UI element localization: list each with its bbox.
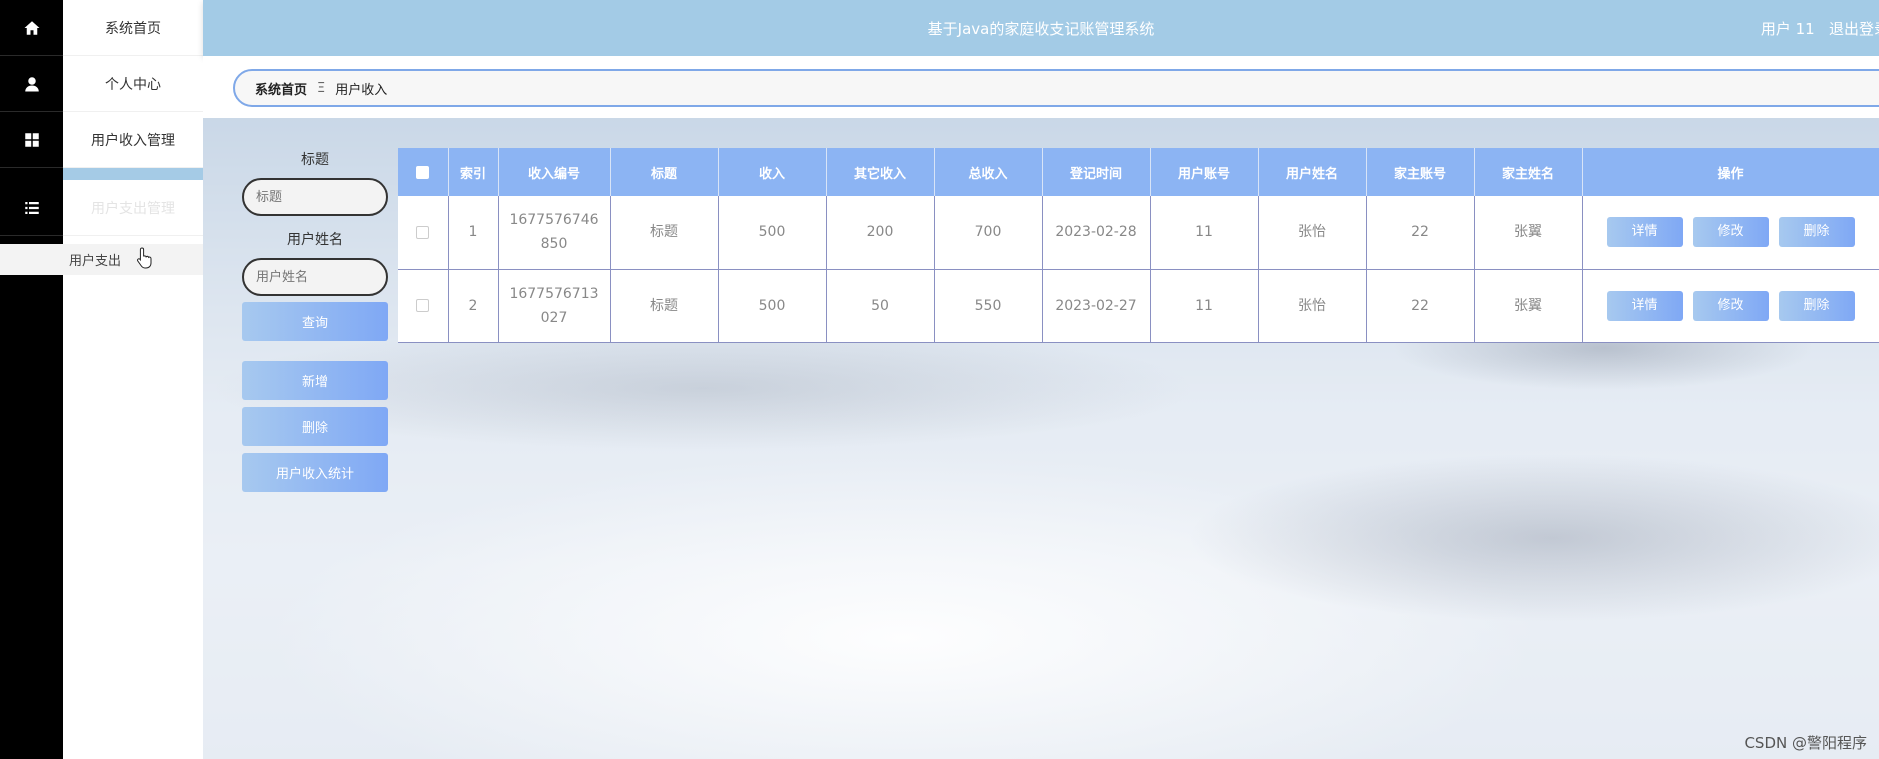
cell-index: 1 <box>448 196 499 270</box>
rail-home[interactable] <box>0 0 63 56</box>
batch-delete-button[interactable]: 删除 <box>242 407 388 446</box>
menu-divider <box>63 168 203 180</box>
cell-owner-account: 22 <box>1366 269 1475 343</box>
sidebar-menu: 系统首页 个人中心 用户收入管理 用户支出管理 <box>63 0 203 759</box>
detail-button[interactable]: 详情 <box>1606 290 1683 321</box>
cell-index: 2 <box>448 269 499 343</box>
breadcrumb-bar: 系统首页 Ξ 用户收入 <box>203 56 1879 118</box>
delete-button[interactable]: 删除 <box>1778 290 1855 321</box>
cell-owner-name: 张翼 <box>1474 196 1583 270</box>
column-header: 用户账号 <box>1150 148 1259 196</box>
select-all-checkbox[interactable] <box>416 165 430 179</box>
icon-rail <box>0 0 63 759</box>
row-select-cell <box>398 269 449 343</box>
table-header-row: 索引 收入编号 标题 收入 其它收入 总收入 登记时间 用户账号 用户姓名 家主… <box>398 148 1879 196</box>
submenu-label: 用户支出 <box>69 254 122 269</box>
rail-income[interactable] <box>0 112 63 168</box>
column-header: 索引 <box>448 148 499 196</box>
edit-button[interactable]: 修改 <box>1692 290 1769 321</box>
hand-cursor-icon <box>137 247 152 269</box>
rail-expense[interactable] <box>0 180 63 236</box>
cell-total-income: 550 <box>934 269 1043 343</box>
watermark-text: CSDN @警阳程序 <box>1744 734 1867 752</box>
search-panel: 标题 用户姓名 查询 新增 删除 用户收入统计 <box>242 150 388 492</box>
column-header: 用户姓名 <box>1258 148 1367 196</box>
column-header: 收入 <box>718 148 827 196</box>
cell-income: 500 <box>718 269 827 343</box>
select-all-cell <box>398 148 449 196</box>
cell-other-income: 50 <box>826 269 935 343</box>
logout-link[interactable]: 退出登录 <box>1829 20 1879 38</box>
row-checkbox[interactable] <box>416 225 430 239</box>
table-row: 2 1677576713027 标题 500 50 550 2023-02-27… <box>398 269 1879 343</box>
add-button[interactable]: 新增 <box>242 361 388 400</box>
title-field-label: 标题 <box>301 152 329 168</box>
cell-user-name: 张怡 <box>1258 196 1367 270</box>
top-header: 基于Java的家庭收支记账管理系统 用户 11 退出登录 <box>203 0 1879 56</box>
column-header: 操作 <box>1582 148 1879 196</box>
cell-date: 2023-02-28 <box>1042 196 1151 270</box>
delete-button[interactable]: 删除 <box>1778 217 1855 248</box>
income-stats-button[interactable]: 用户收入统计 <box>242 453 388 492</box>
name-search-input[interactable] <box>242 258 388 296</box>
cell-owner-account: 22 <box>1366 196 1475 270</box>
current-user: 用户 11 <box>1760 20 1815 38</box>
sidebar-item-income[interactable]: 用户收入管理 <box>63 112 203 168</box>
column-header: 总收入 <box>934 148 1043 196</box>
detail-button[interactable]: 详情 <box>1606 217 1683 248</box>
cell-user-name: 张怡 <box>1258 269 1367 343</box>
column-header: 登记时间 <box>1042 148 1151 196</box>
cell-other-income: 200 <box>826 196 935 270</box>
breadcrumb: 系统首页 Ξ 用户收入 <box>233 69 1879 107</box>
income-table: 索引 收入编号 标题 收入 其它收入 总收入 登记时间 用户账号 用户姓名 家主… <box>398 148 1879 343</box>
sidebar-item-expense[interactable]: 用户支出管理 <box>63 180 203 236</box>
cell-account: 11 <box>1150 269 1259 343</box>
cell-account: 11 <box>1150 196 1259 270</box>
app-title: 基于Java的家庭收支记账管理系统 <box>927 20 1155 38</box>
cell-title: 标题 <box>610 269 719 343</box>
column-header: 标题 <box>610 148 719 196</box>
breadcrumb-home[interactable]: 系统首页 <box>255 79 307 98</box>
name-field-label: 用户姓名 <box>287 232 343 248</box>
table-row: 1 1677576746850 标题 500 200 700 2023-02-2… <box>398 196 1879 270</box>
rail-user[interactable] <box>0 56 63 112</box>
header-user-area: 用户 11 退出登录 <box>1761 18 1879 39</box>
submenu-item-expense[interactable]: 用户支出 <box>0 244 203 275</box>
cell-total-income: 700 <box>934 196 1043 270</box>
column-header: 收入编号 <box>498 148 611 196</box>
grid-icon <box>24 132 39 147</box>
home-icon <box>24 20 39 35</box>
cell-date: 2023-02-27 <box>1042 269 1151 343</box>
column-header: 家主账号 <box>1366 148 1475 196</box>
sidebar-item-home[interactable]: 系统首页 <box>63 0 203 56</box>
row-checkbox[interactable] <box>416 299 430 312</box>
cell-code: 1677576713027 <box>498 269 611 343</box>
cell-owner-name: 张翼 <box>1474 269 1583 343</box>
title-search-input[interactable] <box>242 178 388 216</box>
cell-income: 500 <box>718 196 827 270</box>
column-header: 其它收入 <box>826 148 935 196</box>
sidebar-item-profile[interactable]: 个人中心 <box>63 56 203 112</box>
list-icon <box>24 201 39 214</box>
cell-title: 标题 <box>610 196 719 270</box>
edit-button[interactable]: 修改 <box>1692 217 1769 248</box>
breadcrumb-separator: Ξ <box>317 80 326 96</box>
row-select-cell <box>398 196 449 270</box>
cell-code: 1677576746850 <box>498 196 611 270</box>
query-button[interactable]: 查询 <box>242 302 388 341</box>
cell-actions: 详情 修改 删除 <box>1582 196 1879 270</box>
user-icon <box>24 76 39 91</box>
column-header: 家主姓名 <box>1474 148 1583 196</box>
breadcrumb-current: 用户收入 <box>335 82 388 98</box>
cell-actions: 详情 修改 删除 <box>1582 269 1879 343</box>
